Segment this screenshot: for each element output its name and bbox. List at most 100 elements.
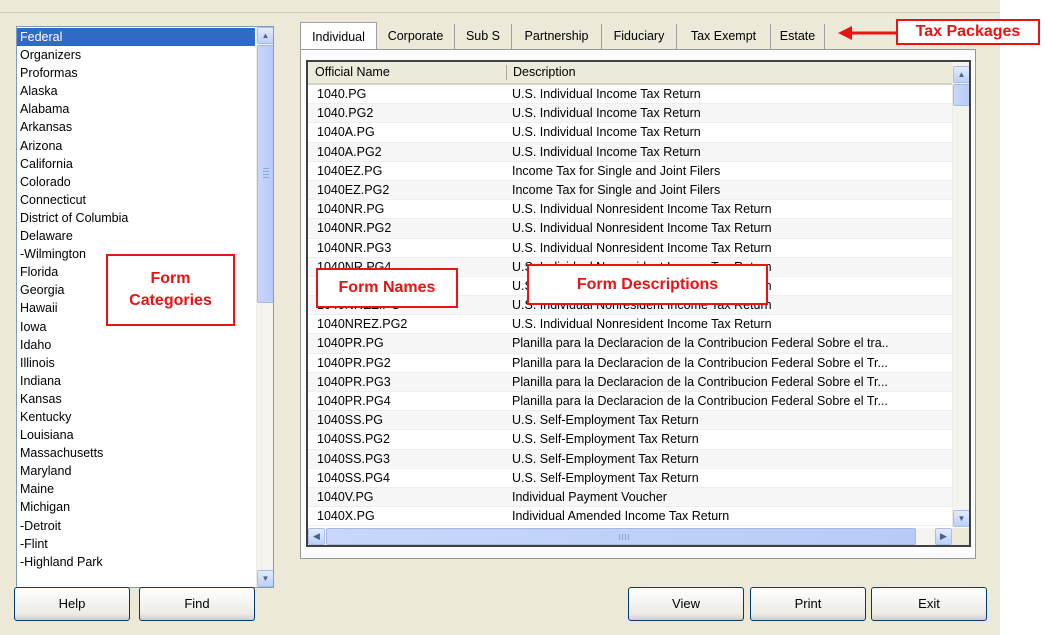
description-cell: Individual Amended Income Tax Return — [512, 509, 730, 524]
category-item[interactable]: Maryland — [17, 462, 255, 480]
description-cell: Income Tax for Single and Joint Filers — [512, 163, 721, 178]
category-item[interactable]: Organizers — [17, 46, 255, 64]
category-item[interactable]: Colorado — [17, 173, 255, 191]
scroll-up-arrow-icon[interactable]: ▲ — [257, 27, 273, 44]
description-cell: U.S. Individual Nonresident Income Tax R… — [512, 221, 772, 236]
scroll-right-arrow-icon[interactable]: ▶ — [935, 528, 952, 545]
category-item[interactable]: Idaho — [17, 336, 255, 354]
category-item[interactable]: Maine — [17, 480, 255, 498]
official-name-cell: 1040PR.PG — [317, 336, 384, 351]
category-item[interactable]: Alabama — [17, 100, 255, 118]
grid-hscroll-thumb[interactable] — [326, 528, 916, 545]
category-item[interactable]: Louisiana — [17, 426, 255, 444]
annotation-form-descriptions: Form Descriptions — [527, 264, 768, 305]
official-name-cell: 1040A.PG2 — [317, 144, 382, 159]
categories-vertical-scrollbar[interactable]: ▲ ▼ — [256, 27, 273, 587]
scroll-down-arrow-icon[interactable]: ▼ — [953, 510, 969, 527]
category-item[interactable]: Kentucky — [17, 408, 255, 426]
table-row[interactable]: 1040NR.PG2 U.S. Individual Nonresident In… — [308, 219, 952, 239]
table-row[interactable]: 1040A.PG2 U.S. Individual Income Tax Retu… — [308, 142, 952, 162]
category-item[interactable]: District of Columbia — [17, 209, 255, 227]
grid-scroll-thumb[interactable] — [953, 84, 969, 106]
description-cell: Individual Payment Voucher — [512, 489, 667, 504]
official-name-cell: 1040SS.PG2 — [317, 432, 390, 447]
tab-sub-s[interactable]: Sub S — [455, 24, 512, 49]
description-cell: Planilla para la Declaracion de la Contr… — [512, 374, 888, 389]
help-button[interactable]: Help — [14, 587, 130, 621]
category-item[interactable]: Arkansas — [17, 118, 255, 136]
description-cell: U.S. Individual Nonresident Income Tax R… — [512, 202, 772, 217]
table-row[interactable]: 1040.PG2 U.S. Individual Income Tax Retur… — [308, 104, 952, 124]
table-row[interactable]: 1040PR.PG4 Planilla para la Declaracion d… — [308, 392, 952, 412]
official-name-cell: 1040NR.PG3 — [317, 240, 392, 255]
column-header-description[interactable]: Description — [506, 62, 813, 83]
table-row[interactable]: 1040V.PG Individual Payment Voucher — [308, 487, 952, 508]
description-cell: U.S. Individual Income Tax Return — [512, 144, 701, 159]
tab-individual[interactable]: Individual — [300, 22, 377, 50]
category-item[interactable]: -Highland Park — [17, 553, 255, 571]
tab-partnership[interactable]: Partnership — [512, 24, 602, 49]
category-item[interactable]: -Detroit — [17, 517, 255, 535]
category-item[interactable]: Delaware — [17, 227, 255, 245]
tab-estate[interactable]: Estate — [771, 24, 825, 49]
category-item[interactable]: Indiana — [17, 372, 255, 390]
table-row[interactable]: 1040SS.PG4 U.S. Self-Employment Tax Retur… — [308, 469, 952, 488]
official-name-cell: 1040.PG — [317, 87, 367, 101]
description-cell: U.S. Individual Nonresident Income Tax R… — [512, 240, 772, 255]
official-name-cell: 1040PR.PG4 — [317, 394, 391, 408]
table-row[interactable]: 1040EZ.PG Income Tax for Single and Joint… — [308, 162, 952, 181]
find-button[interactable]: Find — [139, 587, 255, 621]
view-button[interactable]: View — [628, 587, 744, 621]
description-cell: U.S. Self-Employment Tax Return — [512, 451, 699, 466]
table-row[interactable]: 1040NR.PG U.S. Individual Nonresident Inc… — [308, 200, 952, 220]
annotation-form-names: Form Names — [316, 268, 458, 308]
category-item[interactable]: Connecticut — [17, 191, 255, 209]
tab-tax-exempt[interactable]: Tax Exempt — [677, 24, 771, 49]
category-item[interactable]: Michigan — [17, 498, 255, 516]
scroll-up-arrow-icon[interactable]: ▲ — [953, 66, 969, 83]
category-item[interactable]: Illinois — [17, 354, 255, 372]
table-row[interactable]: 1040PR.PG Planilla para la Declaracion de… — [308, 334, 952, 354]
category-item[interactable]: Alaska — [17, 82, 255, 100]
description-cell: U.S. Self-Employment Tax Return — [512, 432, 699, 447]
category-item[interactable]: Massachusetts — [17, 444, 255, 462]
official-name-cell: 1040NREZ.PG2 — [317, 317, 408, 332]
annotation-tax-packages: Tax Packages — [896, 19, 1040, 45]
annotation-form-categories: Form Categories — [106, 254, 235, 326]
table-row[interactable]: 1040NREZ.PG2 U.S. Individual Nonresident … — [308, 315, 952, 335]
description-cell: U.S. Individual Nonresident Income Tax R… — [512, 317, 772, 332]
table-row[interactable]: 1040A.PG U.S. Individual Income Tax Retur… — [308, 123, 952, 143]
official-name-cell: 1040SS.PG4 — [317, 470, 390, 485]
description-cell: Planilla para la Declaracion de la Contr… — [512, 394, 888, 408]
table-row[interactable]: 1040SS.PG2 U.S. Self-Employment Tax Retur… — [308, 430, 952, 450]
table-row[interactable]: 1040EZ.PG2 Income Tax for Single and Join… — [308, 180, 952, 201]
category-item[interactable]: California — [17, 155, 255, 173]
official-name-cell: 1040A.PG — [317, 125, 375, 140]
table-row[interactable]: 1040PR.PG3 Planilla para la Declaracion d… — [308, 372, 952, 392]
official-name-cell: 1040EZ.PG — [317, 163, 383, 178]
category-item[interactable]: Proformas — [17, 64, 255, 82]
category-item[interactable]: Arizona — [17, 137, 255, 155]
print-button[interactable]: Print — [750, 587, 866, 621]
table-row[interactable]: 1040NR.PG3 U.S. Individual Nonresident In… — [308, 239, 952, 258]
column-header-official-name[interactable]: Official Name — [308, 62, 505, 83]
tab-fiduciary[interactable]: Fiduciary — [602, 24, 677, 49]
scroll-down-arrow-icon[interactable]: ▼ — [257, 570, 273, 587]
categories-scroll-thumb[interactable] — [257, 45, 273, 303]
table-row[interactable]: 1040SS.PG U.S. Self-Employment Tax Return — [308, 411, 952, 431]
scroll-left-arrow-icon[interactable]: ◀ — [308, 528, 325, 545]
table-row[interactable]: 1040X.PG Individual Amended Income Tax Re… — [308, 507, 952, 527]
category-item[interactable]: -Flint — [17, 535, 255, 553]
table-row[interactable]: 1040PR.PG2 Planilla para la Declaracion d… — [308, 354, 952, 373]
description-cell: Planilla para la Declaracion de la Contr… — [512, 336, 889, 351]
official-name-cell: 1040PR.PG2 — [317, 355, 391, 370]
exit-button[interactable]: Exit — [871, 587, 987, 621]
category-item[interactable]: Kansas — [17, 390, 255, 408]
grid-vertical-scrollbar[interactable]: ▲ ▼ — [952, 62, 969, 527]
tab-corporate[interactable]: Corporate — [377, 24, 455, 49]
grid-header: Official Name Description — [308, 62, 952, 85]
table-row[interactable]: 1040.PG U.S. Individual Income Tax Return — [308, 85, 952, 105]
category-item[interactable]: Federal — [17, 28, 255, 47]
grid-horizontal-scrollbar[interactable]: ◀ ▶ — [308, 528, 952, 545]
table-row[interactable]: 1040SS.PG3 U.S. Self-Employment Tax Retur… — [308, 449, 952, 469]
